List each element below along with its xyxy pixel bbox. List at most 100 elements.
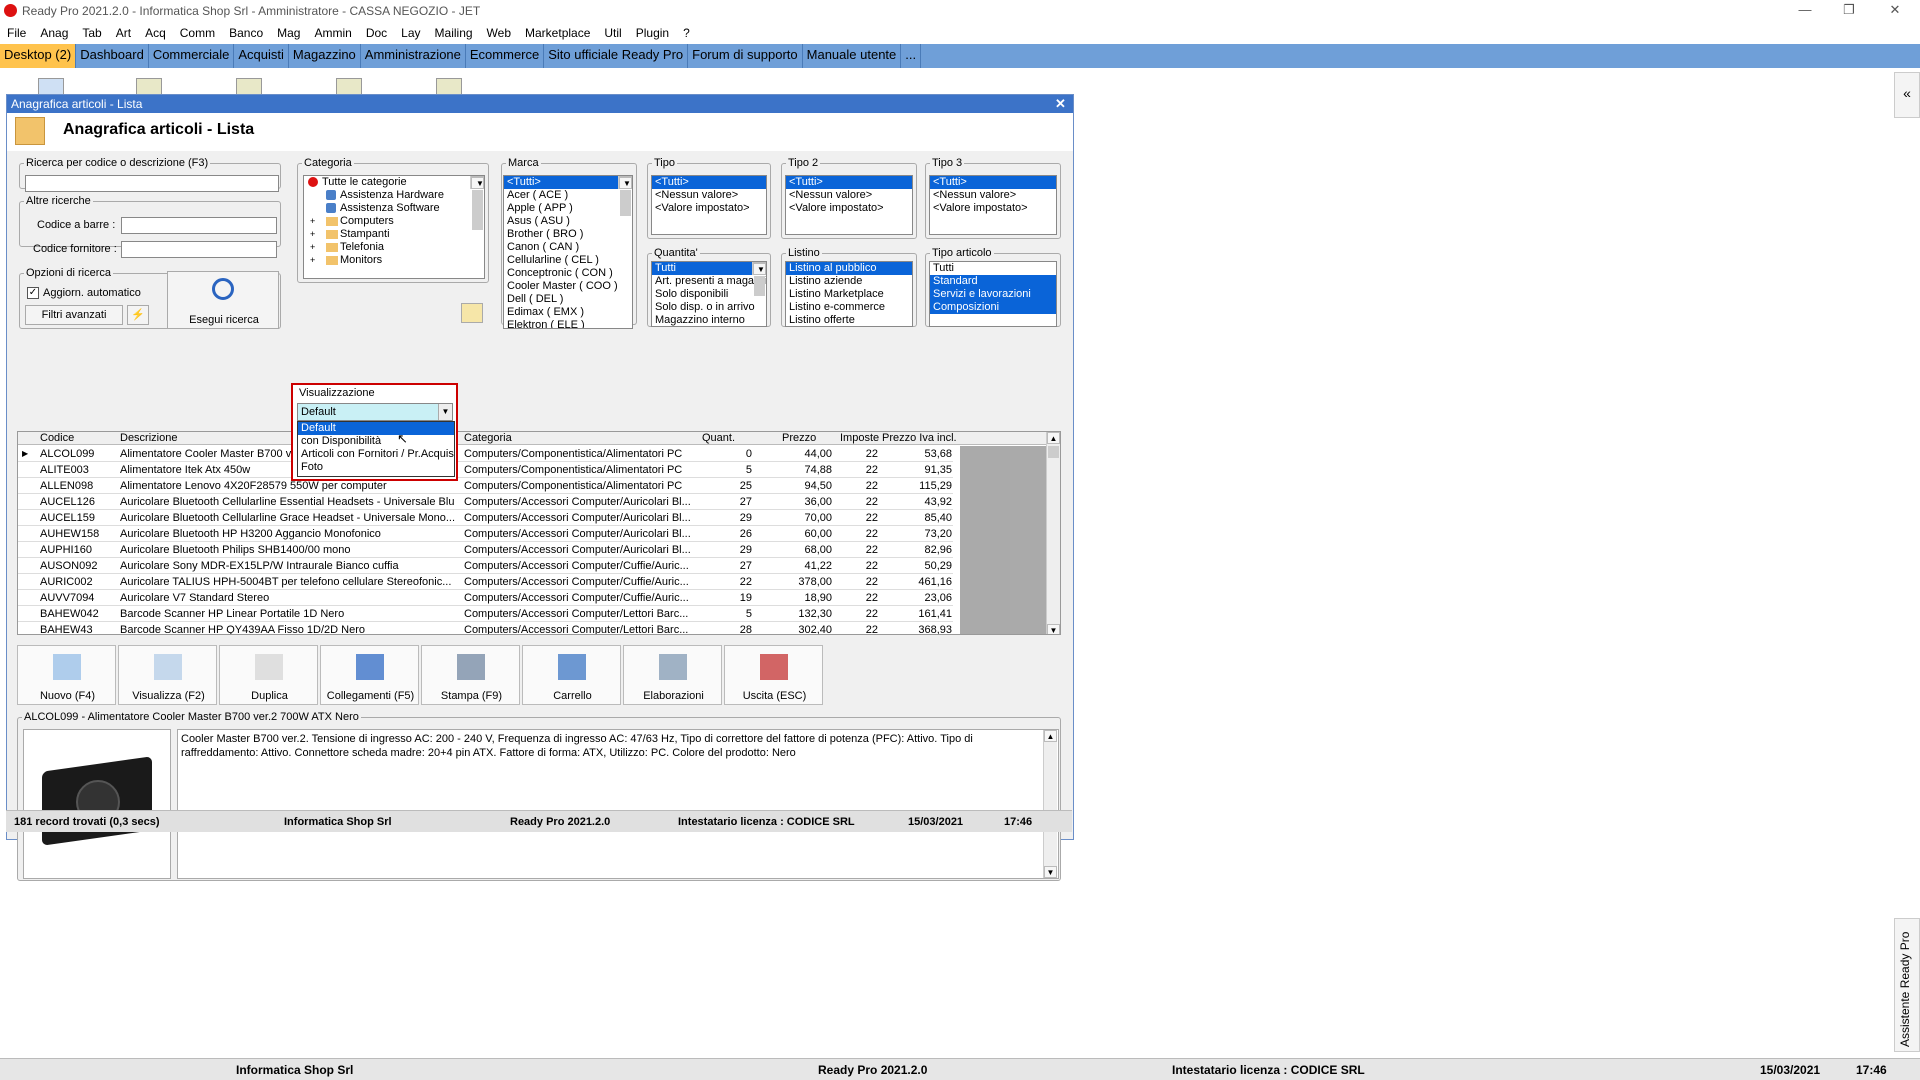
table-row[interactable]: AUHEW158 Auricolare Bluetooth HP H3200 Ag… <box>18 526 953 542</box>
col-categoria[interactable]: Categoria <box>464 432 512 445</box>
tab-sito-ufficiale[interactable]: Sito ufficiale Ready Pro <box>544 44 689 68</box>
scroll-thumb[interactable] <box>620 190 631 216</box>
menu-acq[interactable]: Acq <box>138 24 173 40</box>
menu-anag[interactable]: Anag <box>33 24 75 40</box>
marca-item[interactable]: Apple ( APP ) <box>504 202 632 215</box>
scroll-thumb[interactable] <box>472 190 483 230</box>
tipo3-item[interactable]: <Valore impostato> <box>930 202 1056 215</box>
tipo-item[interactable]: <Valore impostato> <box>652 202 766 215</box>
marca-list[interactable]: <Tutti> Acer ( ACE ) Apple ( APP ) Asus … <box>503 175 633 329</box>
tree-item-tutte[interactable]: Tutte le categorie <box>304 176 484 189</box>
scroll-down-icon[interactable]: ▼ <box>1044 866 1057 878</box>
tipo2-list[interactable]: <Tutti> <Nessun valore> <Valore impostat… <box>785 175 913 235</box>
menu-ammin[interactable]: Ammin <box>307 24 358 40</box>
table-row[interactable]: BAHEW042 Barcode Scanner HP Linear Portat… <box>18 606 953 622</box>
tab-desktop[interactable]: Desktop (2) <box>0 44 77 68</box>
menu-file[interactable]: File <box>0 24 33 40</box>
tipo3-item[interactable]: <Nessun valore> <box>930 189 1056 202</box>
categoria-tree[interactable]: Tutte le categorie Assistenza Hardware A… <box>303 175 485 279</box>
menu-marketplace[interactable]: Marketplace <box>518 24 597 40</box>
quantita-list[interactable]: Tutti Art. presenti a magazzino Solo dis… <box>651 261 767 327</box>
restore-icon[interactable]: ❐ <box>1834 2 1864 20</box>
table-row[interactable]: AUPHI160 Auricolare Bluetooth Philips SHB… <box>18 542 953 558</box>
scroll-down-icon[interactable]: ▼ <box>471 177 484 189</box>
scroll-up-icon[interactable]: ▲ <box>1047 432 1060 444</box>
expand-icon[interactable]: + <box>310 228 315 241</box>
tipo-list[interactable]: <Tutti> <Nessun valore> <Valore impostat… <box>651 175 767 235</box>
scroll-thumb[interactable] <box>1048 446 1059 458</box>
col-quant[interactable]: Quant. <box>702 432 735 445</box>
marca-scrollbar[interactable]: ▲▼ <box>618 176 632 216</box>
option-foto[interactable]: Foto <box>298 461 454 474</box>
tree-item-telefonia[interactable]: + Telefonia <box>304 241 484 254</box>
close-icon[interactable]: ✕ <box>1880 2 1910 20</box>
tipo2-item[interactable]: <Tutti> <box>786 176 912 189</box>
esegui-ricerca-button[interactable]: Esegui ricerca <box>167 271 279 329</box>
listino-item[interactable]: Listino e-commerce <box>786 301 912 314</box>
tree-item-assistenza-sw[interactable]: Assistenza Software <box>304 202 484 215</box>
tipo-item[interactable]: <Nessun valore> <box>652 189 766 202</box>
menu-plugin[interactable]: Plugin <box>629 24 676 40</box>
window-close-icon[interactable]: ✕ <box>1055 96 1066 112</box>
tipoart-item[interactable]: Composizioni <box>930 301 1056 314</box>
scroll-up-icon[interactable]: ▲ <box>1044 730 1057 742</box>
stampa-button[interactable]: Stampa (F9) <box>421 645 520 705</box>
marca-item[interactable]: <Tutti> <box>504 176 618 189</box>
tab-commerciale[interactable]: Commerciale <box>149 44 235 68</box>
collegamenti-button[interactable]: Collegamenti (F5) <box>320 645 419 705</box>
table-row[interactable]: AUVV7094 Auricolare V7 Standard Stereo Com… <box>18 590 953 606</box>
tab-amministrazione[interactable]: Amministrazione <box>361 44 466 68</box>
scroll-down-icon[interactable]: ▼ <box>1047 624 1060 634</box>
option-disponibilita[interactable]: con Disponibilità <box>298 435 454 448</box>
col-codice[interactable]: Codice <box>40 432 74 445</box>
quantita-item[interactable]: Solo disponibili <box>652 288 766 301</box>
tree-item-computers[interactable]: + Computers <box>304 215 484 228</box>
col-prezzo[interactable]: Prezzo <box>782 432 816 445</box>
marca-item[interactable]: Brother ( BRO ) <box>504 228 632 241</box>
detail-scrollbar[interactable]: ▲ ▼ <box>1043 730 1057 878</box>
listino-item[interactable]: Listino aziende <box>786 275 912 288</box>
expand-icon[interactable]: + <box>310 254 315 267</box>
tipoart-item[interactable]: Tutti <box>930 262 1056 275</box>
tipoart-item[interactable]: Servizi e lavorazioni <box>930 288 1056 301</box>
barcode-input[interactable] <box>121 217 277 234</box>
menu-tab[interactable]: Tab <box>75 24 108 40</box>
table-row[interactable]: AUCEL159 Auricolare Bluetooth Cellularlin… <box>18 510 953 526</box>
option-fornitori[interactable]: Articoli con Fornitori / Pr.Acquisto <box>298 448 454 461</box>
table-row[interactable]: BAHEW43 Barcode Scanner HP QY439AA Fisso … <box>18 622 953 634</box>
menu-mailing[interactable]: Mailing <box>428 24 480 40</box>
expand-icon[interactable]: + <box>310 215 315 228</box>
quantita-item[interactable]: Tutti <box>652 262 752 275</box>
elaborazioni-button[interactable]: Elaborazioni <box>623 645 722 705</box>
menu-help[interactable]: ? <box>676 24 697 40</box>
tab-magazzino[interactable]: Magazzino <box>289 44 361 68</box>
tipo2-item[interactable]: <Nessun valore> <box>786 189 912 202</box>
table-row[interactable]: AUSON092 Auricolare Sony MDR-EX15LP/W Int… <box>18 558 953 574</box>
tab-ecommerce[interactable]: Ecommerce <box>466 44 545 68</box>
quantita-item[interactable]: Solo disp. o in arrivo <box>652 301 766 314</box>
listino-list[interactable]: Listino al pubblico Listino aziende List… <box>785 261 913 327</box>
minimize-icon[interactable]: — <box>1790 2 1820 20</box>
table-row[interactable]: ALLEN098 Alimentatore Lenovo 4X20F28579 5… <box>18 478 953 494</box>
listino-item[interactable]: Listino offerte <box>786 314 912 326</box>
visualizza-button[interactable]: Visualizza (F2) <box>118 645 217 705</box>
marca-item[interactable]: Edimax ( EMX ) <box>504 306 632 319</box>
table-row[interactable]: ALITE003 Alimentatore Itek Atx 450w Comput… <box>18 462 953 478</box>
carrello-button[interactable]: Carrello <box>522 645 621 705</box>
table-row[interactable]: ▶ ALCOL099 Alimentatore Cooler Master B700… <box>18 446 953 462</box>
tipo-item[interactable]: <Tutti> <box>652 176 766 189</box>
collapse-panel-button[interactable]: « <box>1894 72 1920 118</box>
uscita-button[interactable]: Uscita (ESC) <box>724 645 823 705</box>
articles-grid[interactable]: Codice Descrizione Categoria Quant. Prez… <box>17 431 1061 635</box>
scroll-thumb[interactable] <box>754 276 765 296</box>
col-prezzo-iva[interactable]: Prezzo Iva incl. <box>882 432 957 445</box>
listino-item[interactable]: Listino al pubblico <box>786 262 912 275</box>
marca-item[interactable]: Cellularline ( CEL ) <box>504 254 632 267</box>
grid-scrollbar[interactable]: ▲ ▼ <box>1046 432 1060 634</box>
search-input[interactable] <box>25 175 279 192</box>
table-row[interactable]: AUCEL126 Auricolare Bluetooth Cellularlin… <box>18 494 953 510</box>
aggiorn-checkbox[interactable]: ✓ <box>27 287 39 299</box>
visualizzazione-select[interactable]: Default ▼ <box>297 403 453 421</box>
marca-item[interactable]: Acer ( ACE ) <box>504 189 632 202</box>
tab-more[interactable]: ... <box>901 44 922 68</box>
